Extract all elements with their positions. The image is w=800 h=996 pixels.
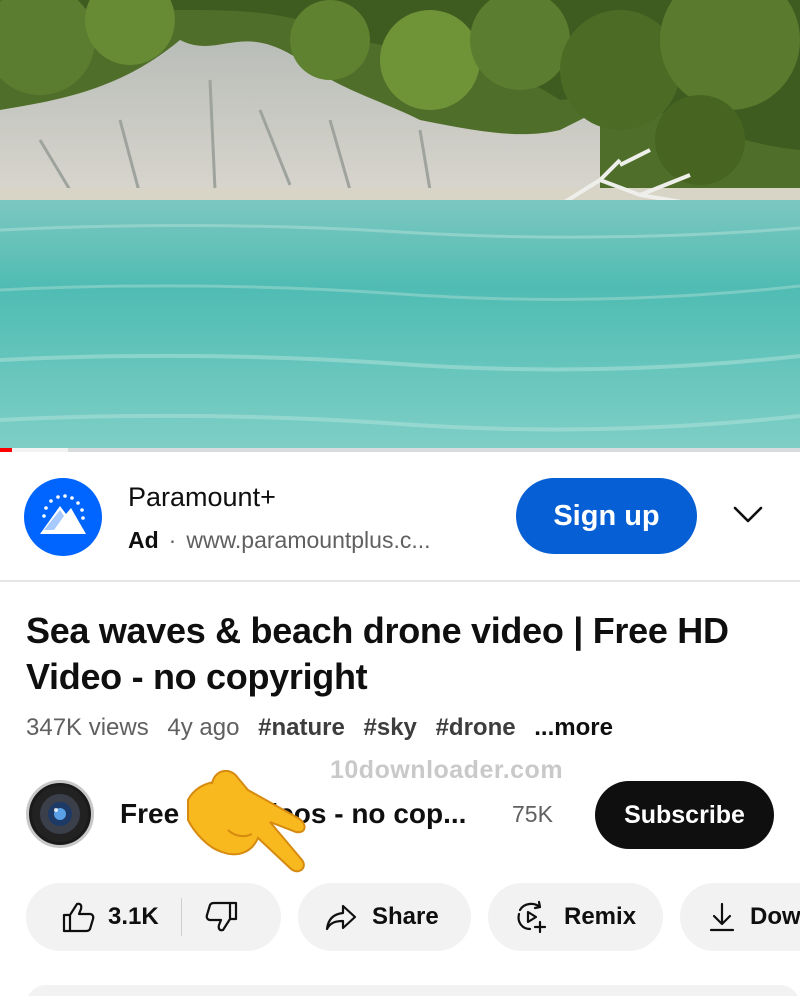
hashtag-drone[interactable]: #drone <box>436 714 516 741</box>
share-icon <box>325 904 357 931</box>
thumbs-up-icon[interactable] <box>60 900 96 934</box>
subscriber-count: 75K <box>512 801 553 827</box>
share-button[interactable]: Share <box>298 883 471 951</box>
video-meta[interactable]: 347K views 4y ago #nature #sky #drone ..… <box>26 714 625 742</box>
channel-avatar[interactable] <box>26 780 94 848</box>
remix-label: Remix <box>564 903 637 930</box>
like-dislike-group: 3.1K <box>26 883 281 951</box>
chevron-down-icon[interactable] <box>732 502 764 528</box>
download-button[interactable]: Dow <box>680 883 800 951</box>
download-icon <box>709 902 735 932</box>
ad-meta: Ad · www.paramountplus.c... <box>128 527 431 554</box>
subscribe-button[interactable]: Subscribe <box>595 781 774 849</box>
watermark: 10downloader.com <box>330 756 564 784</box>
remix-icon <box>517 900 547 934</box>
download-label: Dow <box>750 903 800 930</box>
paramount-logo-icon[interactable] <box>24 478 102 556</box>
like-divider <box>180 898 182 936</box>
hashtag-sky[interactable]: #sky <box>364 714 417 741</box>
video-title[interactable]: Sea waves & beach drone video | Free HD … <box>26 608 786 700</box>
remix-button[interactable]: Remix <box>488 883 663 951</box>
ad-separator: · <box>168 527 177 553</box>
ad-banner[interactable]: Paramount+ Ad · www.paramountplus.c... Sig… <box>0 452 800 582</box>
pointing-hand-icon <box>187 769 306 873</box>
sign-up-button[interactable]: Sign up <box>516 478 697 554</box>
ad-tag: Ad <box>128 527 159 553</box>
video-frame <box>0 0 800 452</box>
ad-url[interactable]: www.paramountplus.c... <box>186 527 430 553</box>
thumbs-down-icon[interactable] <box>204 900 240 934</box>
upload-age: 4y ago <box>167 714 240 741</box>
comments-preview[interactable] <box>26 985 800 996</box>
share-label: Share <box>372 903 439 930</box>
advertiser-name[interactable]: Paramount+ <box>128 482 276 513</box>
view-count: 347K views <box>26 714 149 741</box>
video-player[interactable] <box>0 0 800 452</box>
hashtag-nature[interactable]: #nature <box>258 714 345 741</box>
like-count[interactable]: 3.1K <box>108 903 159 931</box>
more-link[interactable]: ...more <box>534 714 613 741</box>
